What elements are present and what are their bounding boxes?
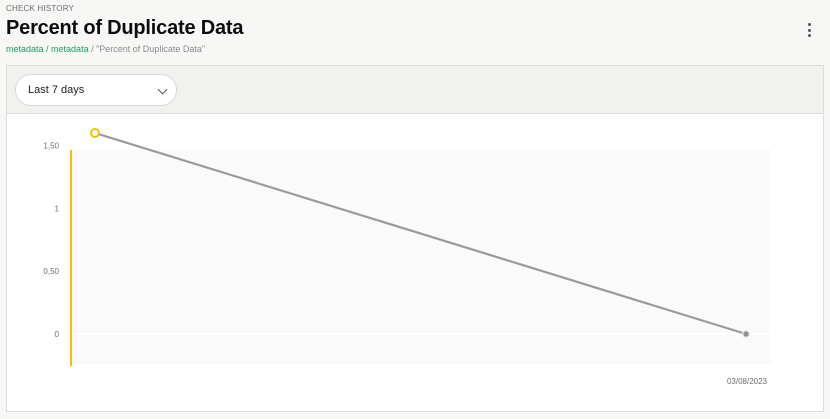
section-eyebrow: CHECK HISTORY bbox=[6, 4, 75, 13]
kebab-dot bbox=[807, 34, 811, 37]
breadcrumb-current: "Percent of Duplicate Data" bbox=[96, 44, 206, 54]
check-history-card: Last 7 days 0 0,50 1 1,50 03/08/2023 bbox=[6, 65, 824, 412]
breadcrumb-separator: / bbox=[43, 44, 52, 54]
breadcrumb-link-metadata-1[interactable]: metadata bbox=[6, 44, 44, 54]
x-tick-label: 03/08/2023 bbox=[727, 377, 768, 386]
data-point-end bbox=[743, 331, 749, 337]
breadcrumb-separator: / bbox=[88, 44, 97, 54]
kebab-dot bbox=[807, 28, 811, 32]
page-header: CHECK HISTORY Percent of Duplicate Data … bbox=[6, 4, 824, 64]
y-tick-label: 1,50 bbox=[43, 142, 59, 151]
page-title: Percent of Duplicate Data bbox=[6, 17, 244, 39]
y-tick-label: 0,50 bbox=[43, 267, 59, 276]
chart-toolbar: Last 7 days bbox=[7, 66, 823, 114]
breadcrumb: metadata / metadata / "Percent of Duplic… bbox=[6, 44, 205, 54]
kebab-dot bbox=[807, 23, 811, 26]
y-tick-label: 0 bbox=[55, 330, 60, 339]
y-tick-label: 1 bbox=[55, 204, 60, 213]
date-range-value: Last 7 days bbox=[28, 84, 85, 96]
line-chart: 0 0,50 1 1,50 03/08/2023 bbox=[43, 128, 771, 386]
plot-area bbox=[71, 150, 771, 364]
chevron-down-icon bbox=[157, 84, 168, 95]
date-range-select[interactable]: Last 7 days bbox=[15, 74, 177, 106]
breadcrumb-link-metadata-2[interactable]: metadata bbox=[51, 44, 89, 54]
data-point-start bbox=[90, 128, 100, 138]
more-options-icon[interactable] bbox=[803, 21, 815, 39]
